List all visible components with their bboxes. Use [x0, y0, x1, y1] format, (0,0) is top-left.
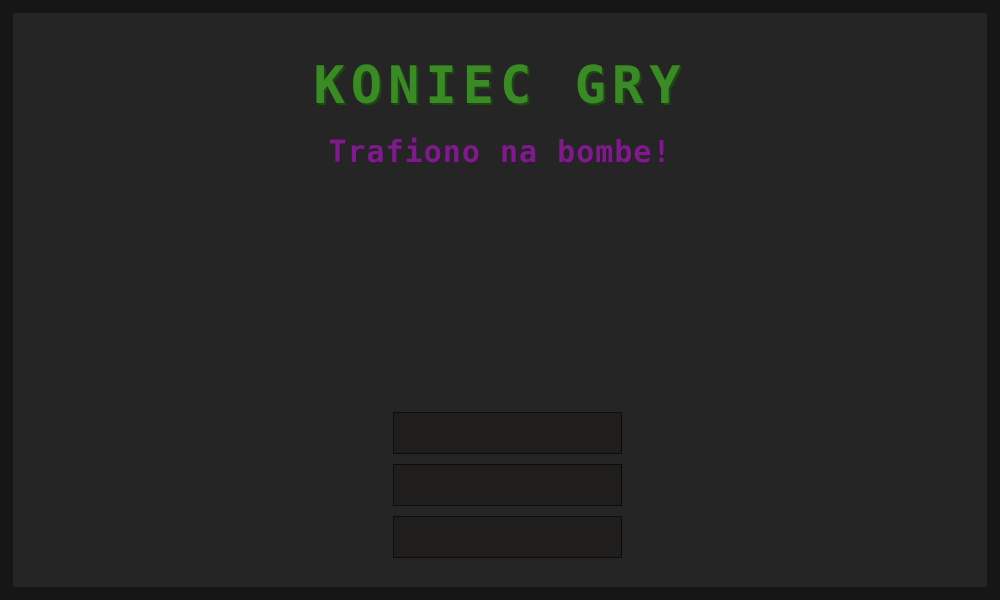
- game-over-title: KONIEC GRY: [313, 56, 687, 116]
- menu-button-2[interactable]: [393, 464, 622, 506]
- menu-button-3[interactable]: [393, 516, 622, 558]
- menu-button-1[interactable]: [393, 412, 622, 454]
- game-window-frame: KONIEC GRY Trafiono na bombe!: [0, 0, 1000, 600]
- game-over-reason: Trafiono na bombe!: [328, 135, 672, 170]
